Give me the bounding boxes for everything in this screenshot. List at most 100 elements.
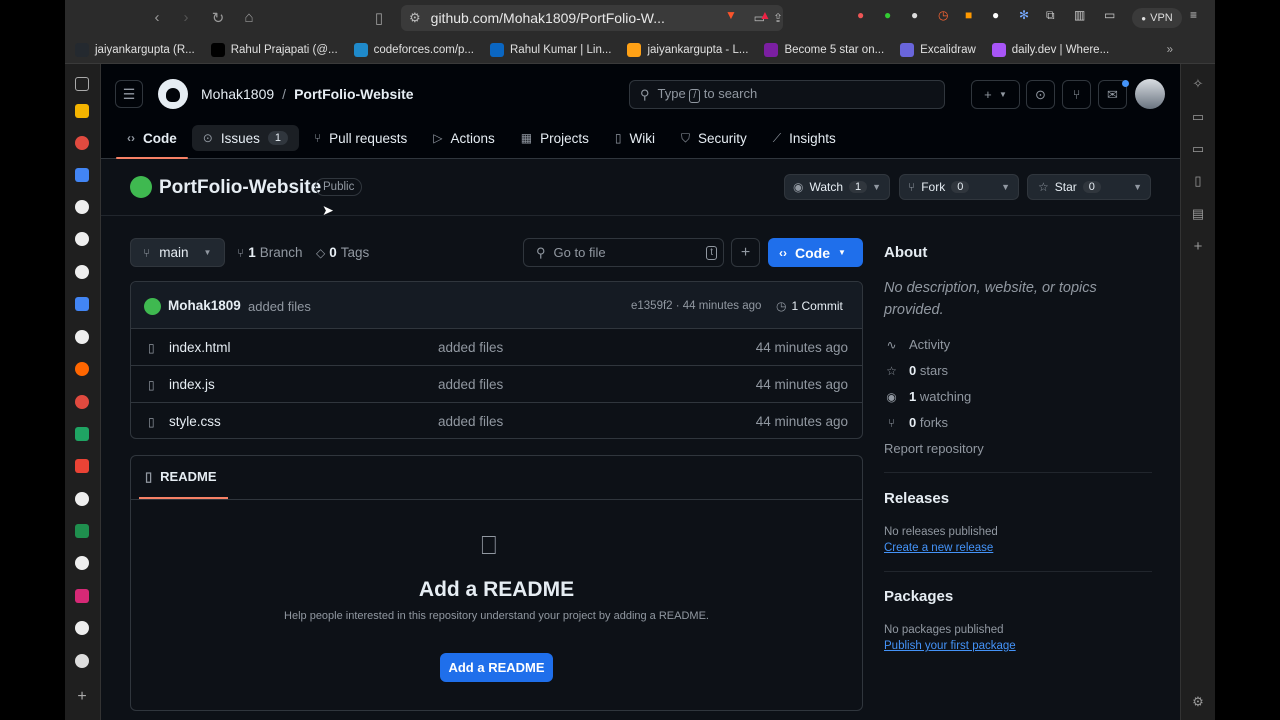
file-name[interactable]: index.js <box>169 377 215 392</box>
extension-icon-1[interactable]: ● <box>857 8 864 22</box>
forks-link[interactable]: ⑂ 0 forks <box>884 415 948 430</box>
file-row[interactable]: ▯ index.js added files 44 minutes ago <box>131 366 862 403</box>
wallet-icon[interactable]: ▭ <box>1191 141 1205 156</box>
code-dropdown-button[interactable]: ‹› Code ▼ <box>768 238 863 267</box>
file-commit-message[interactable]: added files <box>438 377 503 392</box>
tab-pull-requests[interactable]: ⑂ Pull requests <box>303 125 418 151</box>
github-icon[interactable] <box>75 621 89 635</box>
sidebar-app-icon[interactable] <box>75 524 89 538</box>
activity-link[interactable]: ∿ Activity <box>884 337 950 352</box>
tab-projects[interactable]: ▦ Projects <box>510 125 600 151</box>
releases-heading[interactable]: Releases <box>884 490 949 507</box>
sidebar-app-icon[interactable] <box>75 297 89 311</box>
bookmark-item[interactable]: jaiyankargupta (R... <box>75 42 195 57</box>
pull-requests-button[interactable]: ⑂ <box>1062 80 1091 109</box>
sidebar-app-icon[interactable] <box>75 395 89 409</box>
add-icon[interactable]: + <box>75 689 89 705</box>
add-icon[interactable]: + <box>1191 238 1205 255</box>
bookmark-item[interactable]: jaiyankargupta - L... <box>627 42 748 57</box>
extension-icon-4[interactable]: ◷ <box>938 8 948 22</box>
stars-link[interactable]: ☆ 0 stars <box>884 363 948 378</box>
commit-author-avatar[interactable] <box>144 298 161 315</box>
tab-actions[interactable]: ▷ Actions <box>422 125 506 151</box>
github-icon[interactable] <box>75 200 89 214</box>
sidebar-app-icon[interactable] <box>75 136 89 150</box>
watch-button[interactable]: ◉ Watch 1 ▼ <box>784 174 890 200</box>
bookmark-item[interactable]: Excalidraw <box>900 42 976 57</box>
breadcrumb-repo[interactable]: PortFolio-Website <box>294 86 414 102</box>
sidebar-app-icon[interactable] <box>75 362 89 376</box>
repo-owner-avatar[interactable] <box>130 176 152 198</box>
fork-button[interactable]: ⑂ Fork 0 ▼ <box>899 174 1019 200</box>
branches-link[interactable]: ⑂ 1 Branch <box>237 245 303 260</box>
go-to-file-input[interactable]: ⚲ Go to file t <box>523 238 724 267</box>
file-row[interactable]: ▯ index.html added files 44 minutes ago <box>131 329 862 366</box>
star-button[interactable]: ☆ Star 0 ▼ <box>1027 174 1151 200</box>
instagram-icon[interactable] <box>75 589 89 603</box>
settings-icon[interactable]: ⚙ <box>1191 694 1205 709</box>
bookmark-item[interactable]: Become 5 star on... <box>764 42 884 57</box>
bookmark-item[interactable]: daily.dev | Where... <box>991 42 1109 57</box>
sidebar-toggle-icon[interactable]: ▥ <box>1074 8 1085 22</box>
bookmark-item[interactable]: Rahul Prajapati (@... <box>210 42 338 57</box>
github-icon[interactable] <box>75 265 89 279</box>
tab-security[interactable]: ⛉ Security <box>670 125 758 151</box>
issues-button[interactable]: ⊙ <box>1026 80 1055 109</box>
reading-list-icon[interactable]: ▭ <box>1191 109 1205 124</box>
forward-icon[interactable]: › <box>171 9 201 26</box>
file-commit-message[interactable]: added files <box>438 340 503 355</box>
sidebar-app-icon[interactable] <box>75 168 89 182</box>
repo-name[interactable]: PortFolio-Website <box>159 177 321 199</box>
github-icon[interactable] <box>75 556 89 570</box>
more-bookmarks-icon[interactable]: » <box>1167 44 1173 56</box>
gmail-icon[interactable] <box>75 459 89 473</box>
github-icon[interactable] <box>75 492 89 506</box>
bookmark-item[interactable]: Rahul Kumar | Lin... <box>490 42 611 57</box>
vpn-button[interactable]: ● VPN <box>1132 8 1182 28</box>
leo-ai-icon[interactable]: ✧ <box>1191 76 1205 91</box>
puzzle-icon[interactable]: ⧉ <box>1046 8 1055 23</box>
bookmark-item[interactable]: codeforces.com/p... <box>353 42 474 57</box>
avatar[interactable] <box>1135 79 1165 109</box>
github-icon[interactable] <box>75 232 89 246</box>
menu-icon[interactable]: ≡ <box>1190 8 1197 22</box>
extension-icon-2[interactable]: ● <box>884 8 891 22</box>
chevron-down-icon[interactable]: ▼ <box>872 182 881 192</box>
tab-wiki[interactable]: ▯ Wiki <box>604 125 666 151</box>
chevron-down-icon[interactable]: ▼ <box>1001 182 1010 192</box>
bookmarks-icon[interactable]: ▯ <box>1191 173 1205 188</box>
share-icon[interactable]: ⇪ <box>773 11 783 25</box>
commits-link[interactable]: ◷ 1 Commit <box>776 299 843 313</box>
tab-insights[interactable]: ⟋ Insights <box>762 125 847 151</box>
sidebar-app-icon[interactable] <box>75 427 89 441</box>
back-icon[interactable]: ‹ <box>142 9 172 26</box>
reload-icon[interactable]: ↻ <box>203 9 233 27</box>
extension-icon-6[interactable]: ● <box>992 8 999 22</box>
github-icon[interactable] <box>75 330 89 344</box>
branch-selector[interactable]: ⑂ main ▼ <box>130 238 225 267</box>
commit-message[interactable]: added files <box>248 299 311 314</box>
search-input[interactable]: ⚲ Type / to search <box>629 80 945 109</box>
history-icon[interactable]: ▤ <box>1191 206 1205 221</box>
publish-package-link[interactable]: Publish your first package <box>884 640 1016 652</box>
tab-issues[interactable]: ⊙ Issues 1 <box>191 125 299 151</box>
chevron-down-icon[interactable]: ▼ <box>1133 182 1142 192</box>
commit-hash[interactable]: e1359f2 · 44 minutes ago <box>631 300 761 312</box>
watching-link[interactable]: ◉ 1 watching <box>884 389 971 404</box>
github-logo-icon[interactable] <box>158 79 188 109</box>
sidebar-panel-icon[interactable] <box>75 77 89 91</box>
commit-author[interactable]: Mohak1809 <box>168 298 241 313</box>
bookmark-icon[interactable]: ▯ <box>364 9 394 27</box>
hamburger-menu-icon[interactable]: ☰ <box>115 80 143 108</box>
extension-icon-7[interactable]: ✻ <box>1019 8 1029 22</box>
readme-tab[interactable]: ▯ README <box>139 456 228 499</box>
file-commit-message[interactable]: added files <box>438 414 503 429</box>
extension-icon-5[interactable]: ■ <box>965 8 972 22</box>
chatgpt-icon[interactable] <box>75 654 89 668</box>
wallet-icon[interactable]: ▭ <box>1104 8 1115 22</box>
sidebar-app-icon[interactable] <box>75 104 89 118</box>
brave-shield-icon[interactable]: ▼ <box>725 8 737 22</box>
tags-link[interactable]: ◇ 0 Tags <box>316 245 369 260</box>
add-readme-button[interactable]: Add a README <box>440 653 553 682</box>
file-name[interactable]: style.css <box>169 414 221 429</box>
